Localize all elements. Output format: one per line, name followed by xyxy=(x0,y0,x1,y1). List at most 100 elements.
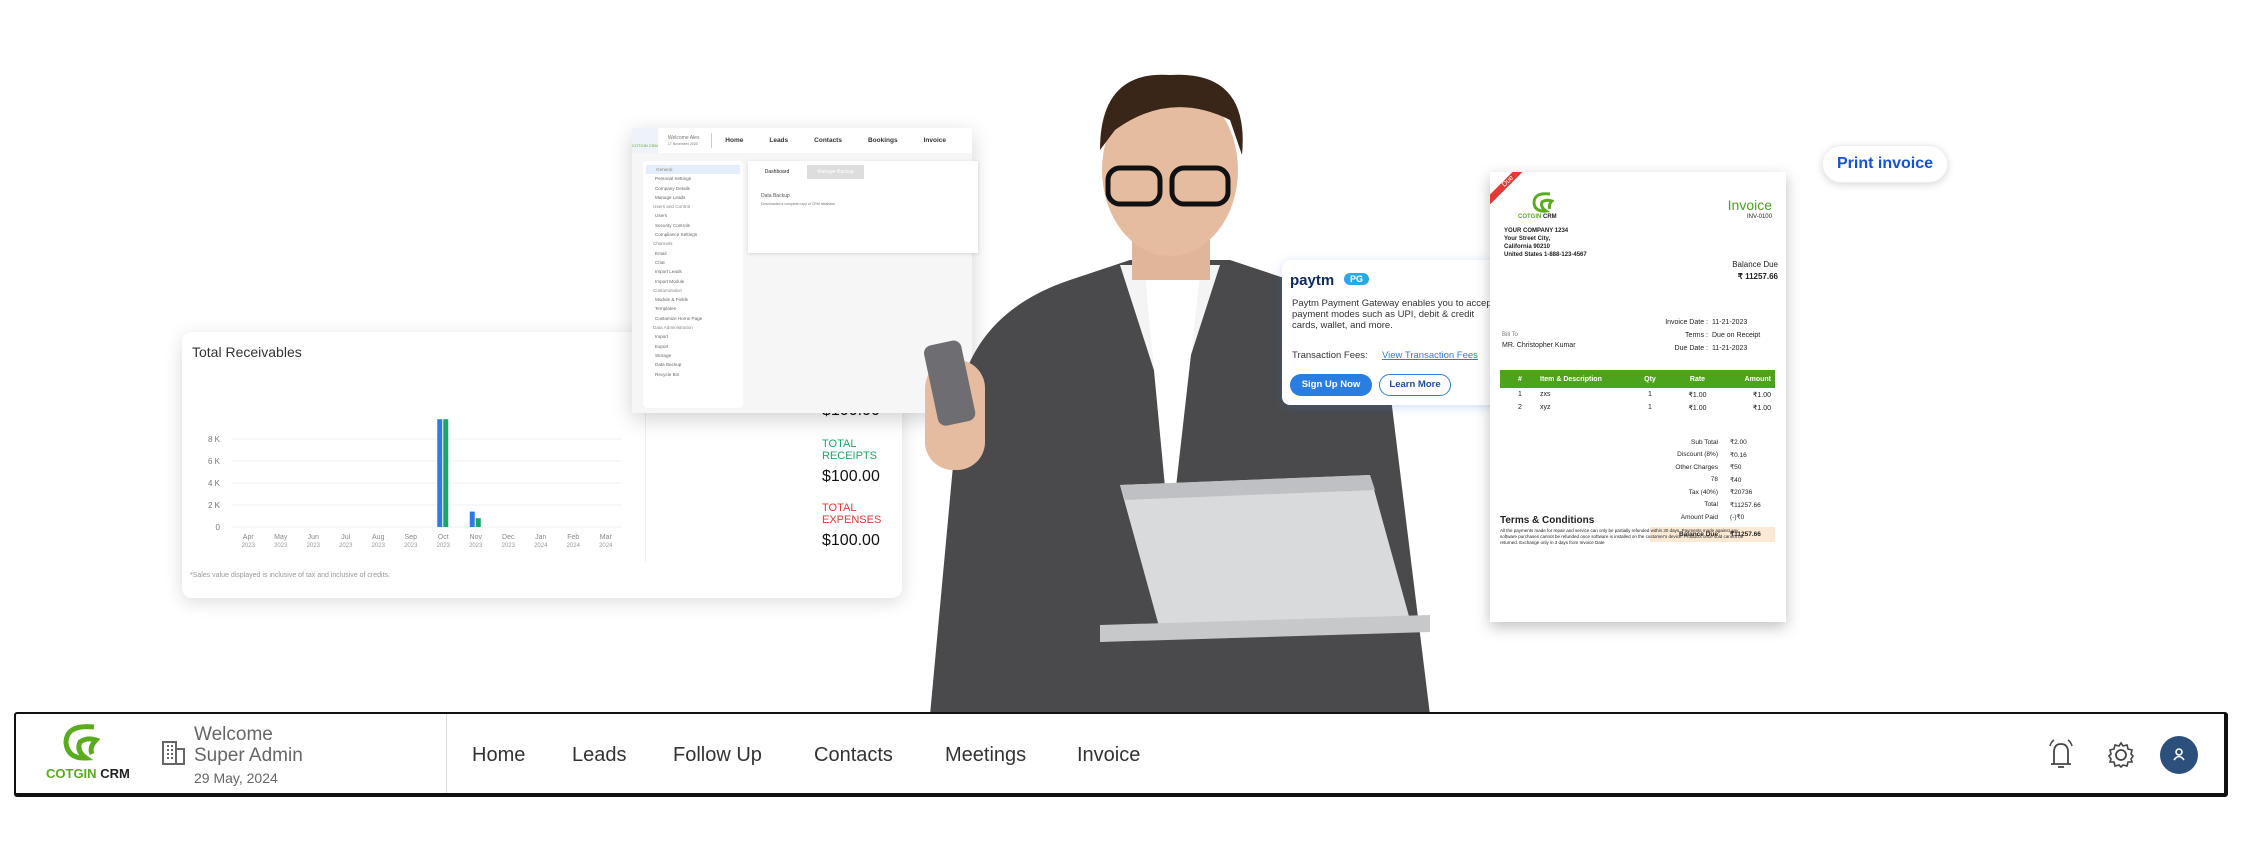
panel-title: Data Backup xyxy=(761,193,790,199)
sidebar-item[interactable]: Compliance Settings xyxy=(643,230,743,239)
sidebar-item[interactable]: Users and Control xyxy=(643,202,743,211)
address-line: United States 1-888-123-4567 xyxy=(1504,252,1587,258)
sidebar-item[interactable]: Data Backup xyxy=(643,360,743,369)
paytm-desc: Paytm Payment Gateway enables you to acc… xyxy=(1292,298,1495,331)
gear-icon[interactable] xyxy=(2106,740,2136,770)
totals: Sub Total ₹2.00 Discount (8%) ₹0.16 Other Ch… xyxy=(1650,436,1775,542)
meta-row: Due Date : 11-21-2023 xyxy=(1640,342,1760,355)
welcome-text: Welcome Super Admin xyxy=(194,724,303,766)
preview-date: 17 November 2023 xyxy=(667,141,698,146)
total-value: ₹11257.66 xyxy=(1730,501,1761,509)
meta-value: Due on Receipt xyxy=(1712,332,1761,339)
invoice-logo-text: COTGIN CRM xyxy=(1518,214,1557,220)
table-cell: 1 xyxy=(1648,404,1652,411)
nav-home[interactable]: Home xyxy=(472,744,525,767)
y-tick-label: 6 K xyxy=(208,457,221,466)
sidebar-item[interactable]: Module & Fields xyxy=(643,295,743,304)
invoice-meta: Invoice Date : 11-21-2023 Terms : Due on Re… xyxy=(1640,316,1760,355)
sidebar-item[interactable]: Chat xyxy=(643,258,743,267)
preview-nav-leads[interactable]: Leads xyxy=(769,137,788,144)
total-value: (-)₹0 xyxy=(1730,514,1745,522)
x-tick-month: Jun xyxy=(308,534,319,541)
sidebar-item[interactable]: Import xyxy=(643,332,743,341)
bill-to-name: MR. Christopher Kumar xyxy=(1502,342,1576,349)
tab-dashboard[interactable]: Dashboard xyxy=(756,165,798,179)
preview-nav-home[interactable]: Home xyxy=(725,137,743,144)
x-tick-year: 2023 xyxy=(307,543,321,549)
total-row: Discount (8%) ₹0.16 xyxy=(1650,449,1775,462)
learn-more-button[interactable]: Learn More xyxy=(1379,374,1451,396)
nav-leads[interactable]: Leads xyxy=(572,744,627,767)
balance-due-value: ₹ 11257.66 xyxy=(1737,272,1778,281)
sidebar-item[interactable]: Email xyxy=(643,249,743,258)
x-tick-year: 2023 xyxy=(339,543,353,549)
sidebar-item[interactable]: Channels xyxy=(643,239,743,248)
total-value: ₹40 xyxy=(1730,476,1742,484)
y-tick-label: 8 K xyxy=(208,435,221,444)
invoice-title: Invoice xyxy=(1727,197,1772,213)
sidebar-item[interactable]: Templates xyxy=(643,304,743,313)
table-row: 1 zxs 1 ₹1.00 ₹1.00 xyxy=(1500,388,1775,401)
total-row: Sub Total ₹2.00 xyxy=(1650,436,1775,449)
sidebar-item[interactable]: Export xyxy=(643,342,743,351)
x-tick-month: Jul xyxy=(341,534,350,541)
sign-up-button[interactable]: Sign Up Now xyxy=(1290,374,1372,396)
bell-icon[interactable] xyxy=(2046,738,2076,772)
nav-invoice[interactable]: Invoice xyxy=(1077,744,1140,767)
table-cell: 1 xyxy=(1648,391,1652,398)
user-avatar-button[interactable] xyxy=(2160,736,2198,774)
total-value: ₹2.00 xyxy=(1730,439,1747,447)
preview-nav-contacts[interactable]: Contacts xyxy=(814,137,842,144)
sidebar-item[interactable]: Import Module xyxy=(643,277,743,286)
invoice-document: Due COTGIN CRM YOUR COMPANY 1234 Your Str… xyxy=(1490,172,1786,622)
sidebar-item[interactable]: General xyxy=(646,165,740,175)
x-tick-year: 2023 xyxy=(404,543,418,549)
bar xyxy=(443,419,449,527)
logo-dark-text: CRM xyxy=(1543,214,1557,220)
table-cell: 2 xyxy=(1518,404,1522,411)
sidebar-item[interactable]: Customize Home Page xyxy=(643,314,743,323)
preview-logo: COTGIN CRM xyxy=(632,128,658,153)
terms-text: All the payments made for repair and ser… xyxy=(1500,528,1744,545)
nav-contacts[interactable]: Contacts xyxy=(814,744,893,767)
panel-desc: Downloaded a complete copy of CRM databa… xyxy=(761,202,837,206)
meta-key: Invoice Date : xyxy=(1665,319,1708,326)
address-line: California 90210 xyxy=(1504,244,1551,250)
sidebar-item[interactable]: Import Leads xyxy=(643,267,743,276)
sidebar-item[interactable]: Data Administration xyxy=(643,323,743,332)
sidebar-item[interactable]: Customization xyxy=(643,286,743,295)
bar xyxy=(437,419,443,527)
column-header: Qty xyxy=(1644,375,1656,383)
view-fees-link[interactable]: View Transaction Fees xyxy=(1382,350,1478,361)
table-cell: xyz xyxy=(1540,404,1551,411)
total-label: Amount Paid xyxy=(1680,513,1718,521)
table-cell: ₹1.00 xyxy=(1752,404,1771,412)
divider xyxy=(710,133,712,148)
meta-value: 11-21-2023 xyxy=(1712,345,1748,352)
tab-manage-backup[interactable]: Manage Backup xyxy=(807,165,864,179)
paytm-logo: paytm xyxy=(1290,272,1335,289)
sidebar-item[interactable]: Users xyxy=(643,211,743,220)
building-icon xyxy=(162,741,185,765)
preview-welcome: Welcome Alex 17 November 2023 xyxy=(668,135,707,147)
total-label: Sub Total xyxy=(1691,438,1718,446)
print-invoice-button[interactable]: Print invoice xyxy=(1822,145,1948,183)
nav-follow-up[interactable]: Follow Up xyxy=(673,744,762,767)
sidebar-item[interactable]: Security Controls xyxy=(643,221,743,230)
x-tick-month: Feb xyxy=(567,534,579,541)
table-cell: ₹1.00 xyxy=(1752,391,1771,399)
sidebar-item[interactable]: Company Details xyxy=(643,184,743,193)
sidebar-item[interactable]: Storage xyxy=(643,351,743,360)
table-cell: ₹1.00 xyxy=(1688,391,1707,399)
sidebar-item[interactable]: Manage Leads xyxy=(643,193,743,202)
table-row: 2 xyz 1 ₹1.00 ₹1.00 xyxy=(1500,401,1775,414)
x-tick-month: Nov xyxy=(470,534,483,541)
meta-value: 11-21-2023 xyxy=(1712,319,1748,326)
nav-meetings[interactable]: Meetings xyxy=(945,744,1026,767)
user-avatar-icon xyxy=(2173,748,2185,761)
sidebar-item[interactable]: Personal Settings xyxy=(643,174,743,183)
total-value: ₹20736 xyxy=(1730,489,1753,497)
sidebar-item[interactable]: Recycle Bin xyxy=(643,370,743,379)
x-tick-month: Apr xyxy=(243,534,255,541)
terms-title: Terms & Conditions xyxy=(1500,515,1595,526)
